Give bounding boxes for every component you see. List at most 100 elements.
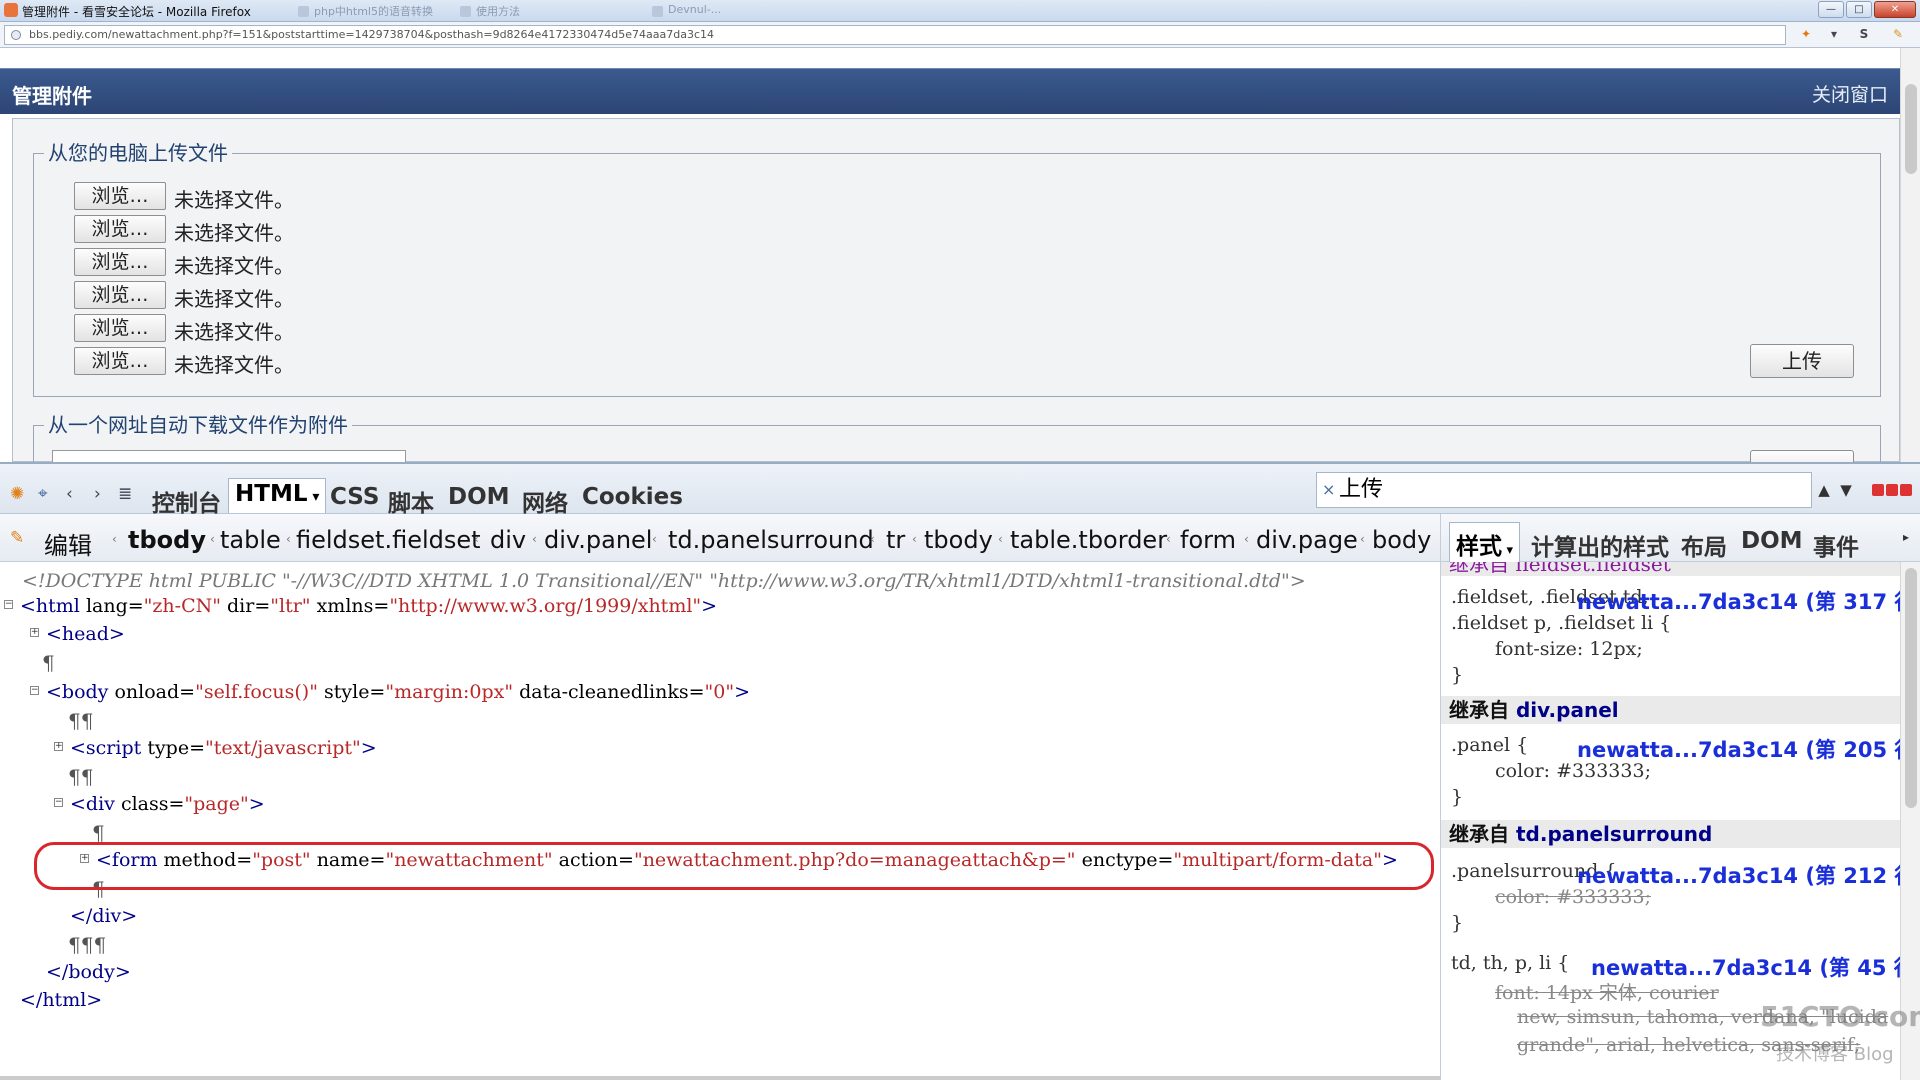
file-status-6: 未选择文件。 [174, 353, 294, 377]
browse-button-5[interactable]: 浏览… [74, 314, 166, 342]
script-node[interactable]: <script type="text/javascript"> [70, 737, 377, 759]
tab-net[interactable]: 网络 [522, 484, 568, 518]
command-icon[interactable]: ≣ [118, 484, 132, 504]
crumb-td-panelsurround[interactable]: td.panelsurround [668, 526, 874, 554]
file-status-1: 未选择文件。 [174, 188, 294, 212]
tab-computed[interactable]: 计算出的样式 [1531, 528, 1669, 562]
crumb-tbody[interactable]: tbody [924, 526, 993, 554]
firebug-icon[interactable]: ✺ [10, 484, 24, 504]
expand-toggle[interactable]: + [54, 742, 63, 751]
side-panel-tabs: 样式 ▾ 计算出的样式 布局 DOM 事件 ▸ [1440, 514, 1920, 567]
search-prev-icon[interactable]: ▲ [1814, 478, 1834, 502]
html-tree: <!DOCTYPE html PUBLIC "-//W3C//DTD XHTML… [0, 562, 1440, 1080]
url-download-input[interactable] [52, 450, 406, 462]
crumb-div[interactable]: div [490, 526, 526, 554]
minimize-button[interactable]: — [1818, 1, 1844, 18]
crumb-div-panel[interactable]: div.panel [544, 526, 652, 554]
tab-side-dom[interactable]: DOM [1741, 528, 1803, 554]
tab-dom[interactable]: DOM [448, 484, 510, 510]
side-more-icon[interactable]: ▸ [1903, 530, 1909, 544]
tab-script[interactable]: 脚本 [388, 484, 434, 518]
div-close-node[interactable]: </div> [70, 905, 137, 927]
crumb-div-page[interactable]: div.page [1256, 526, 1358, 554]
addon-icon[interactable]: ✎ [1890, 26, 1906, 42]
html-breadcrumb: ✎ 编辑 ‹ tbody ‹ table ‹ fieldset.fieldset… [0, 514, 1440, 562]
edit-icon[interactable]: ✎ [10, 528, 24, 548]
firebug-minimize-icon[interactable] [1872, 484, 1884, 496]
crumb-fieldset[interactable]: fieldset.fieldset [296, 526, 481, 554]
browse-button-4[interactable]: 浏览… [74, 281, 166, 309]
firebug-close-icon[interactable] [1900, 484, 1912, 496]
tab-css[interactable]: CSS [330, 484, 379, 510]
crumb-body[interactable]: body [1372, 526, 1431, 554]
dropdown-icon[interactable]: ▾ [1826, 26, 1842, 42]
browse-button-1[interactable]: 浏览… [74, 182, 166, 210]
rule4-prop-overridden[interactable]: font: 14px 宋体, courier [1495, 978, 1719, 1005]
browse-button-3[interactable]: 浏览… [74, 248, 166, 276]
page-header: 管理附件 关闭窗口 [0, 68, 1900, 114]
back-icon[interactable]: ‹ [66, 484, 73, 504]
body-node[interactable]: <body onload="self.focus()" style="margi… [46, 681, 750, 703]
tab-style[interactable]: 样式 ▾ [1449, 522, 1521, 567]
crumb-tbody-selected[interactable]: tbody [128, 526, 206, 554]
tab-style-label: 样式 [1456, 534, 1502, 560]
div-page-node[interactable]: <div class="page"> [70, 793, 265, 815]
ghost-tab-3[interactable]: Devnul-... [650, 3, 820, 21]
crumb-table[interactable]: table [220, 526, 281, 554]
chevron-down-icon: ▾ [307, 489, 320, 505]
firebug-search-input[interactable]: × 上传 [1316, 472, 1812, 508]
collapse-toggle[interactable]: − [54, 798, 63, 807]
rule2-prop[interactable]: color: #333333; [1495, 760, 1651, 782]
search-next-icon[interactable]: ▼ [1836, 478, 1856, 502]
collapse-toggle[interactable]: − [30, 686, 39, 695]
url-fieldset: 从一个网址自动下载文件作为附件 [33, 409, 1881, 462]
crumb-table-tborder[interactable]: table.tborder [1010, 526, 1167, 554]
firefox-icon [4, 3, 18, 17]
url-input[interactable]: bbs.pediy.com/newattachment.php?f=151&po… [4, 25, 1786, 45]
html-close-node[interactable]: </html> [20, 989, 102, 1011]
expand-toggle[interactable]: + [30, 628, 39, 637]
page-scrollbar[interactable] [1900, 48, 1920, 462]
close-window-link[interactable]: 关闭窗口 [1812, 80, 1888, 107]
tab-events[interactable]: 事件 [1813, 528, 1859, 562]
firebug-detach-icon[interactable] [1886, 484, 1898, 496]
close-window-button[interactable]: ✕ [1874, 1, 1916, 18]
page-title: 管理附件 [12, 84, 92, 108]
watermark-sub: 技术博客 Blog [1776, 1044, 1894, 1065]
inherited-header-fieldset: 继承自 fieldset.fieldset [1441, 562, 1903, 576]
s-icon[interactable]: S [1856, 26, 1872, 42]
upload-button[interactable]: 上传 [1750, 344, 1854, 378]
page-scrollbar-thumb[interactable] [1905, 84, 1917, 174]
maximize-button[interactable]: □ [1846, 1, 1872, 18]
inspect-icon[interactable]: ⌖ [38, 484, 48, 504]
ghost-tab-2[interactable]: 使用方法 [458, 3, 618, 21]
tree-hscrollbar[interactable] [0, 1076, 1440, 1080]
html-node[interactable]: <html lang="zh-CN" dir="ltr" xmlns="http… [20, 595, 717, 617]
ghost-tab-1[interactable]: php中html5的语音转换 [296, 3, 436, 21]
collapse-toggle[interactable]: − [4, 600, 13, 609]
crumb-tr[interactable]: tr [886, 526, 905, 554]
style-scrollbar-thumb[interactable] [1905, 568, 1917, 808]
forward-icon[interactable]: › [94, 484, 101, 504]
tab-layout[interactable]: 布局 [1681, 528, 1727, 562]
crumb-form[interactable]: form [1180, 526, 1236, 554]
body-close-node[interactable]: </body> [46, 961, 131, 983]
tab-cookies[interactable]: Cookies [582, 484, 683, 510]
address-bar: bbs.pediy.com/newattachment.php?f=151&po… [0, 22, 1920, 48]
browse-button-2[interactable]: 浏览… [74, 215, 166, 243]
head-node[interactable]: <head> [46, 623, 125, 645]
tab-console[interactable]: 控制台 [152, 484, 221, 518]
firebug-search-value: 上传 [1339, 477, 1384, 502]
browse-button-6[interactable]: 浏览… [74, 347, 166, 375]
url-download-button[interactable] [1750, 450, 1854, 462]
edit-button[interactable]: 编辑 [44, 526, 92, 561]
rule3-prop-overridden[interactable]: color: #333333; [1495, 886, 1651, 908]
site-identity-icon[interactable] [11, 30, 21, 40]
feed-icon[interactable]: ✦ [1798, 26, 1814, 42]
tab-html[interactable]: HTML ▾ [228, 478, 327, 513]
url-text: bbs.pediy.com/newattachment.php?f=151&po… [29, 28, 715, 41]
rule2-close: } [1451, 786, 1464, 808]
file-status-3: 未选择文件。 [174, 254, 294, 278]
rule1-prop[interactable]: font-size: 12px; [1495, 638, 1643, 660]
clear-search-icon[interactable]: × [1322, 473, 1335, 507]
